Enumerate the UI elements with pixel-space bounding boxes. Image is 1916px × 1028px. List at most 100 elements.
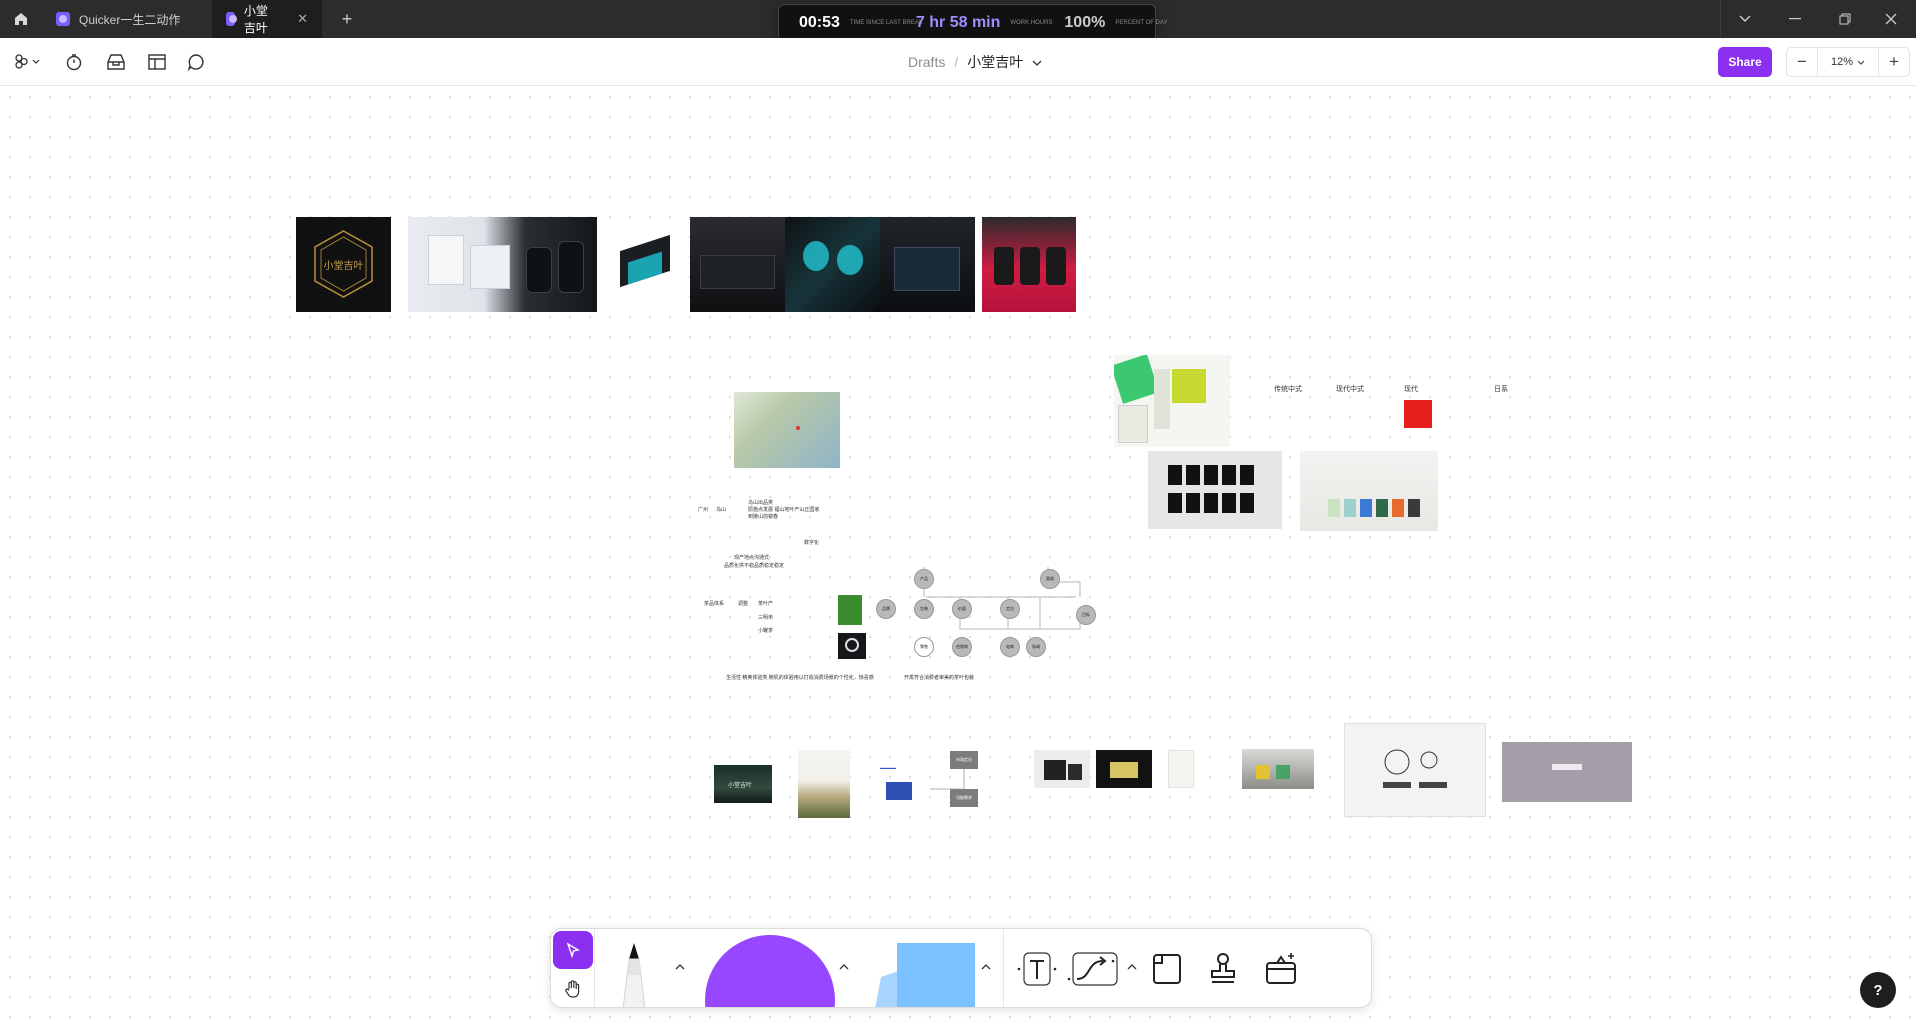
mind-node[interactable]: 电商 [1000,637,1020,657]
flow-box-top[interactable]: 市场定位 [950,751,978,769]
text-icon [1017,952,1057,986]
tea-can-shape [994,247,1014,285]
tab-xiaotang[interactable]: 小堂吉叶 ✕ [212,0,322,38]
close-window-icon[interactable] [1866,0,1916,38]
style-label-modern-chinese: 现代中式 [1336,386,1364,393]
color-swatch-card[interactable] [1502,742,1632,802]
section-icon [1153,954,1181,984]
packaging-photo-boxes[interactable] [408,217,597,312]
packaging-photo-navy[interactable] [880,217,975,312]
mind-node[interactable]: 经销商 [952,637,972,657]
tab-quicker[interactable]: Quicker一生二动作 [42,0,210,38]
chevron-up-icon[interactable] [671,957,689,975]
logo-text: 小堂吉叶 [323,261,364,272]
help-button[interactable]: ? [1860,972,1896,1008]
widget-tool-button[interactable] [1259,947,1303,991]
colored-cups-image[interactable] [1300,451,1438,531]
chevron-up-icon[interactable] [1123,957,1141,975]
shape-tool-button[interactable] [705,935,835,1007]
green-tea-photo[interactable] [838,595,862,625]
home-icon[interactable] [8,6,34,32]
restore-icon[interactable] [1820,0,1870,38]
tea-can-shape [558,241,584,293]
box-shape [894,247,960,291]
packaging-mockup-black[interactable] [1096,750,1152,788]
zoom-level[interactable]: 12% [1817,48,1879,76]
share-button[interactable]: Share [1718,47,1772,77]
library-icon[interactable] [104,50,128,74]
logo-frame[interactable]: 小堂吉叶 [296,217,391,312]
text-tool-button[interactable] [1015,947,1059,991]
cups-graphic [1328,499,1420,517]
chevron-down-icon[interactable] [1032,54,1042,70]
percent-of-day-label: PERCENT OF DAY [1115,19,1168,26]
tab-label: Quicker一生二动作 [79,12,181,27]
divider [1003,929,1004,1007]
mind-node[interactable]: 零售 [914,637,934,657]
mind-node[interactable]: 私域 [1026,637,1046,657]
box-shape [428,235,464,285]
mind-node[interactable]: 品牌 [876,599,896,619]
hand-icon [565,980,580,998]
new-tab-icon[interactable]: + [334,6,360,32]
map-note: 原施点发展 福山地叶产山丘国家 [748,507,820,513]
red-package-thumb[interactable] [1404,400,1432,428]
close-tab-icon[interactable]: ✕ [297,11,308,27]
tab-label: 小堂吉叶 [243,4,268,35]
chevron-up-icon[interactable] [977,957,995,975]
breadcrumb-drafts[interactable]: Drafts [908,54,945,70]
mind-node[interactable]: 定位 [1000,599,1020,619]
break-timer-widget: 00:53 TIME SINCE LAST BREAK 7 hr 58 min … [778,4,1168,42]
comment-icon[interactable] [184,50,208,74]
timer-icon[interactable] [62,50,86,74]
packaging-photo-dark-box[interactable] [690,217,785,312]
breadcrumb-separator: / [954,54,959,70]
calligraphy-poster-thumb[interactable] [798,750,850,818]
circle-shape-icon [705,935,835,1007]
zoom-in-button[interactable]: + [1879,52,1909,72]
tea-poster-thumb[interactable]: 小堂吉叶 [714,765,772,803]
packaging-mockup-white[interactable] [1168,750,1194,788]
chevron-up-icon[interactable] [835,957,853,975]
map-note: 现产地点沟通式 [734,555,770,561]
map-note: 品质化供不稳品质稳定稳定 [724,563,785,569]
marker-icon [622,943,646,1007]
stamp-tool-button[interactable] [1201,947,1245,991]
chevron-down-icon[interactable] [1720,0,1770,38]
stamp-icon [1211,953,1235,983]
mind-map-connectors [923,567,1081,630]
packaging-mockup-shelf[interactable] [1242,749,1314,789]
marker-tool-button[interactable] [613,939,655,1007]
layout-icon[interactable] [145,50,169,74]
connector-icon [1067,952,1118,986]
moodboard-collage[interactable] [1114,355,1230,447]
gift-box-photo[interactable] [608,221,680,309]
mind-node[interactable]: 产品 [914,569,934,589]
china-map-image[interactable] [734,392,840,468]
packaging-mockup-gray[interactable] [1034,750,1090,788]
mind-node[interactable]: 价值 [952,599,972,619]
logo-variants-sheet[interactable] [1344,723,1486,817]
sticky-note-tool-button[interactable] [875,943,975,1007]
connector-tool-button[interactable] [1067,947,1123,991]
drawing-toolbar [550,928,1372,1008]
design-canvas[interactable]: 小堂吉叶 传统中式 现代中式 现代 日系 广州 乌山 乌山出品类 原施点发展 福… [0,87,1916,1028]
hand-tool-button[interactable] [553,971,593,1007]
main-menu-icon[interactable] [12,50,44,74]
mind-node[interactable]: 目标 [1076,605,1096,625]
zoom-out-button[interactable]: − [1787,52,1817,72]
map-note: 小罐茶 [758,628,774,634]
work-hours: 7 hr 58 min [915,14,1001,31]
mind-node[interactable]: 包装 [914,599,934,619]
calligraphy-cards-image[interactable] [1148,451,1282,529]
select-tool-button[interactable] [553,931,593,969]
section-tool-button[interactable] [1145,947,1189,991]
packaging-photo-teal[interactable] [785,217,880,312]
style-label-japanese: 日系 [1494,386,1508,393]
packaging-photo-red[interactable] [982,217,1076,312]
dark-cup-photo[interactable] [838,633,866,659]
figma-file-icon [226,12,237,26]
minimize-icon[interactable] [1770,0,1820,38]
mind-node[interactable]: 渠道 [1040,569,1060,589]
file-name[interactable]: 小堂吉叶 [967,52,1023,72]
